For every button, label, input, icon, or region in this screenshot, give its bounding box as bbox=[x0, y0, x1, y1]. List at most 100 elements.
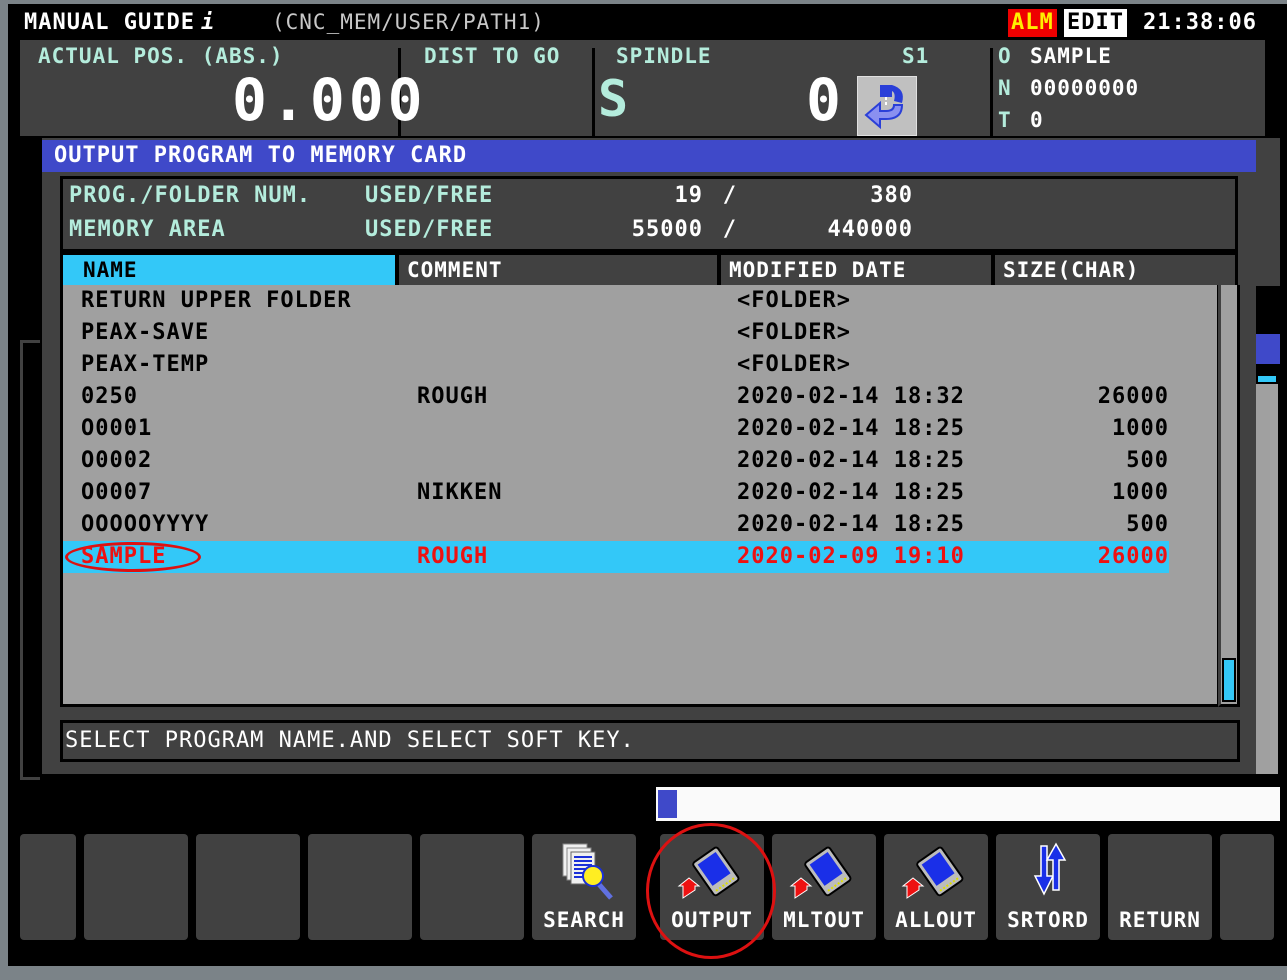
prog-folder-free: 380 bbox=[870, 183, 913, 208]
screen-bezel-bottom bbox=[0, 966, 1287, 980]
item-size: 500 bbox=[1126, 512, 1169, 537]
softkey-2[interactable] bbox=[84, 834, 188, 940]
memory-area-label: MEMORY AREA bbox=[69, 217, 226, 242]
app-title-suffix: i bbox=[200, 10, 216, 35]
spindle-letter: S bbox=[598, 70, 630, 128]
dialog-title: OUTPUT PROGRAM TO MEMORY CARD bbox=[42, 140, 1256, 172]
softkey-4[interactable] bbox=[308, 834, 412, 940]
list-item-selected[interactable]: SAMPLE ROUGH 2020-02-09 19:10 26000 bbox=[63, 541, 1169, 573]
softkey-label: ALLOUT bbox=[895, 908, 977, 932]
item-date: 2020-02-14 18:25 bbox=[737, 448, 965, 473]
output-annotation-ring bbox=[646, 823, 776, 959]
prog-folder-used-free-label: USED/FREE bbox=[365, 183, 494, 208]
item-size: 1000 bbox=[1112, 416, 1169, 441]
spindle-id: S1 bbox=[902, 44, 930, 68]
softkey-5[interactable] bbox=[420, 834, 524, 940]
output-program-dialog: OUTPUT PROGRAM TO MEMORY CARD PROG./FOLD… bbox=[42, 138, 1256, 774]
scrollbar-thumb[interactable] bbox=[1222, 658, 1236, 702]
column-header-comment[interactable]: COMMENT bbox=[399, 255, 717, 285]
item-date: <FOLDER> bbox=[737, 320, 851, 345]
item-name: O0001 bbox=[81, 416, 153, 441]
item-name: O0007 bbox=[81, 480, 153, 505]
item-comment: ROUGH bbox=[417, 544, 489, 569]
program-path: (CNC_MEM/USER/PATH1) bbox=[272, 10, 545, 34]
srtord-softkey[interactable]: SRTORD bbox=[996, 834, 1100, 940]
memory-card-output-icon bbox=[789, 842, 859, 908]
alarm-badge: ALM bbox=[1008, 9, 1057, 37]
item-date: 2020-02-14 18:25 bbox=[737, 480, 965, 505]
return-softkey[interactable]: RETURN bbox=[1108, 834, 1212, 940]
list-item[interactable]: O0002 2020-02-14 18:25 500 bbox=[63, 445, 1169, 477]
column-header-size[interactable]: SIZE(CHAR) bbox=[995, 255, 1235, 285]
clock: 21:38:06 bbox=[1143, 10, 1257, 35]
progress-bar bbox=[656, 787, 1280, 821]
background-panel-right bbox=[1256, 138, 1280, 798]
background-block bbox=[1256, 138, 1280, 286]
item-name: O0002 bbox=[81, 448, 153, 473]
item-size: 26000 bbox=[1097, 544, 1169, 569]
n-label: N bbox=[998, 76, 1012, 100]
memory-area-used: 55000 bbox=[631, 217, 703, 242]
softkey-label: RETURN bbox=[1119, 908, 1201, 932]
background-block bbox=[1256, 384, 1278, 774]
item-date: 2020-02-14 18:25 bbox=[737, 416, 965, 441]
list-item[interactable]: OOOOOYYYY 2020-02-14 18:25 500 bbox=[63, 509, 1169, 541]
t-value: 0 bbox=[1030, 108, 1044, 132]
item-date: <FOLDER> bbox=[737, 352, 851, 377]
background-panel-edge bbox=[20, 340, 40, 780]
softkey-12[interactable] bbox=[1220, 834, 1274, 940]
column-header-modified-date[interactable]: MODIFIED DATE bbox=[721, 255, 991, 285]
divider bbox=[990, 48, 993, 136]
softkey-3[interactable] bbox=[196, 834, 300, 940]
item-date: 2020-02-14 18:25 bbox=[737, 512, 965, 537]
title-bar: MANUAL GUIDE i (CNC_MEM/USER/PATH1) ALM E… bbox=[8, 4, 1287, 38]
mltout-softkey[interactable]: MLTOUT bbox=[772, 834, 876, 940]
memory-card-output-icon bbox=[901, 842, 971, 908]
separator: / bbox=[722, 217, 737, 242]
search-softkey[interactable]: SEARCH bbox=[532, 834, 636, 940]
actual-pos-value: 0.000 bbox=[232, 66, 427, 134]
guidance-message: SELECT PROGRAM NAME.AND SELECT SOFT KEY. bbox=[60, 720, 1240, 762]
list-item[interactable]: O0007 NIKKEN 2020-02-14 18:25 1000 bbox=[63, 477, 1169, 509]
n-value: 00000000 bbox=[1030, 76, 1140, 100]
divider bbox=[592, 48, 595, 136]
item-date: 2020-02-14 18:32 bbox=[737, 384, 965, 409]
sort-order-icon bbox=[1013, 842, 1083, 908]
column-header-name[interactable]: NAME bbox=[63, 255, 395, 285]
search-documents-icon bbox=[549, 842, 619, 908]
o-label: O bbox=[998, 44, 1012, 68]
softkey-1[interactable] bbox=[20, 834, 76, 940]
list-item[interactable]: PEAX-TEMP <FOLDER> bbox=[63, 349, 1169, 381]
progress-fill bbox=[658, 790, 677, 818]
list-item[interactable]: PEAX-SAVE <FOLDER> bbox=[63, 317, 1169, 349]
item-name: OOOOOYYYY bbox=[81, 512, 210, 537]
list-item[interactable]: O0001 2020-02-14 18:25 1000 bbox=[63, 413, 1169, 445]
item-comment: NIKKEN bbox=[417, 480, 503, 505]
mode-badge: EDIT bbox=[1064, 9, 1127, 37]
item-name: RETURN UPPER FOLDER bbox=[81, 288, 352, 313]
prog-folder-label: PROG./FOLDER NUM. bbox=[69, 183, 312, 208]
item-size: 26000 bbox=[1097, 384, 1169, 409]
separator: / bbox=[722, 183, 737, 208]
spindle-speed: 0 bbox=[806, 66, 845, 134]
softkey-label: SEARCH bbox=[543, 908, 625, 932]
item-name: PEAX-TEMP bbox=[81, 352, 210, 377]
item-name: SAMPLE bbox=[81, 544, 167, 569]
item-date: 2020-02-09 19:10 bbox=[737, 544, 965, 569]
list-item[interactable]: 0250 ROUGH 2020-02-14 18:32 26000 bbox=[63, 381, 1169, 413]
item-name: 0250 bbox=[81, 384, 138, 409]
o-value: SAMPLE bbox=[1030, 44, 1112, 68]
softkey-label: SRTORD bbox=[1007, 908, 1089, 932]
item-name: PEAX-SAVE bbox=[81, 320, 210, 345]
item-size: 500 bbox=[1126, 448, 1169, 473]
list-item[interactable]: RETURN UPPER FOLDER <FOLDER> bbox=[63, 285, 1169, 317]
background-block bbox=[1256, 334, 1280, 364]
allout-softkey[interactable]: ALLOUT bbox=[884, 834, 988, 940]
item-size: 1000 bbox=[1112, 480, 1169, 505]
spindle-rotation-icon bbox=[857, 76, 917, 136]
memory-area-used-free-label: USED/FREE bbox=[365, 217, 494, 242]
softkey-label: MLTOUT bbox=[783, 908, 865, 932]
list-scrollbar[interactable] bbox=[1218, 285, 1240, 707]
app-title: MANUAL GUIDE i bbox=[24, 10, 221, 35]
item-comment: ROUGH bbox=[417, 384, 489, 409]
